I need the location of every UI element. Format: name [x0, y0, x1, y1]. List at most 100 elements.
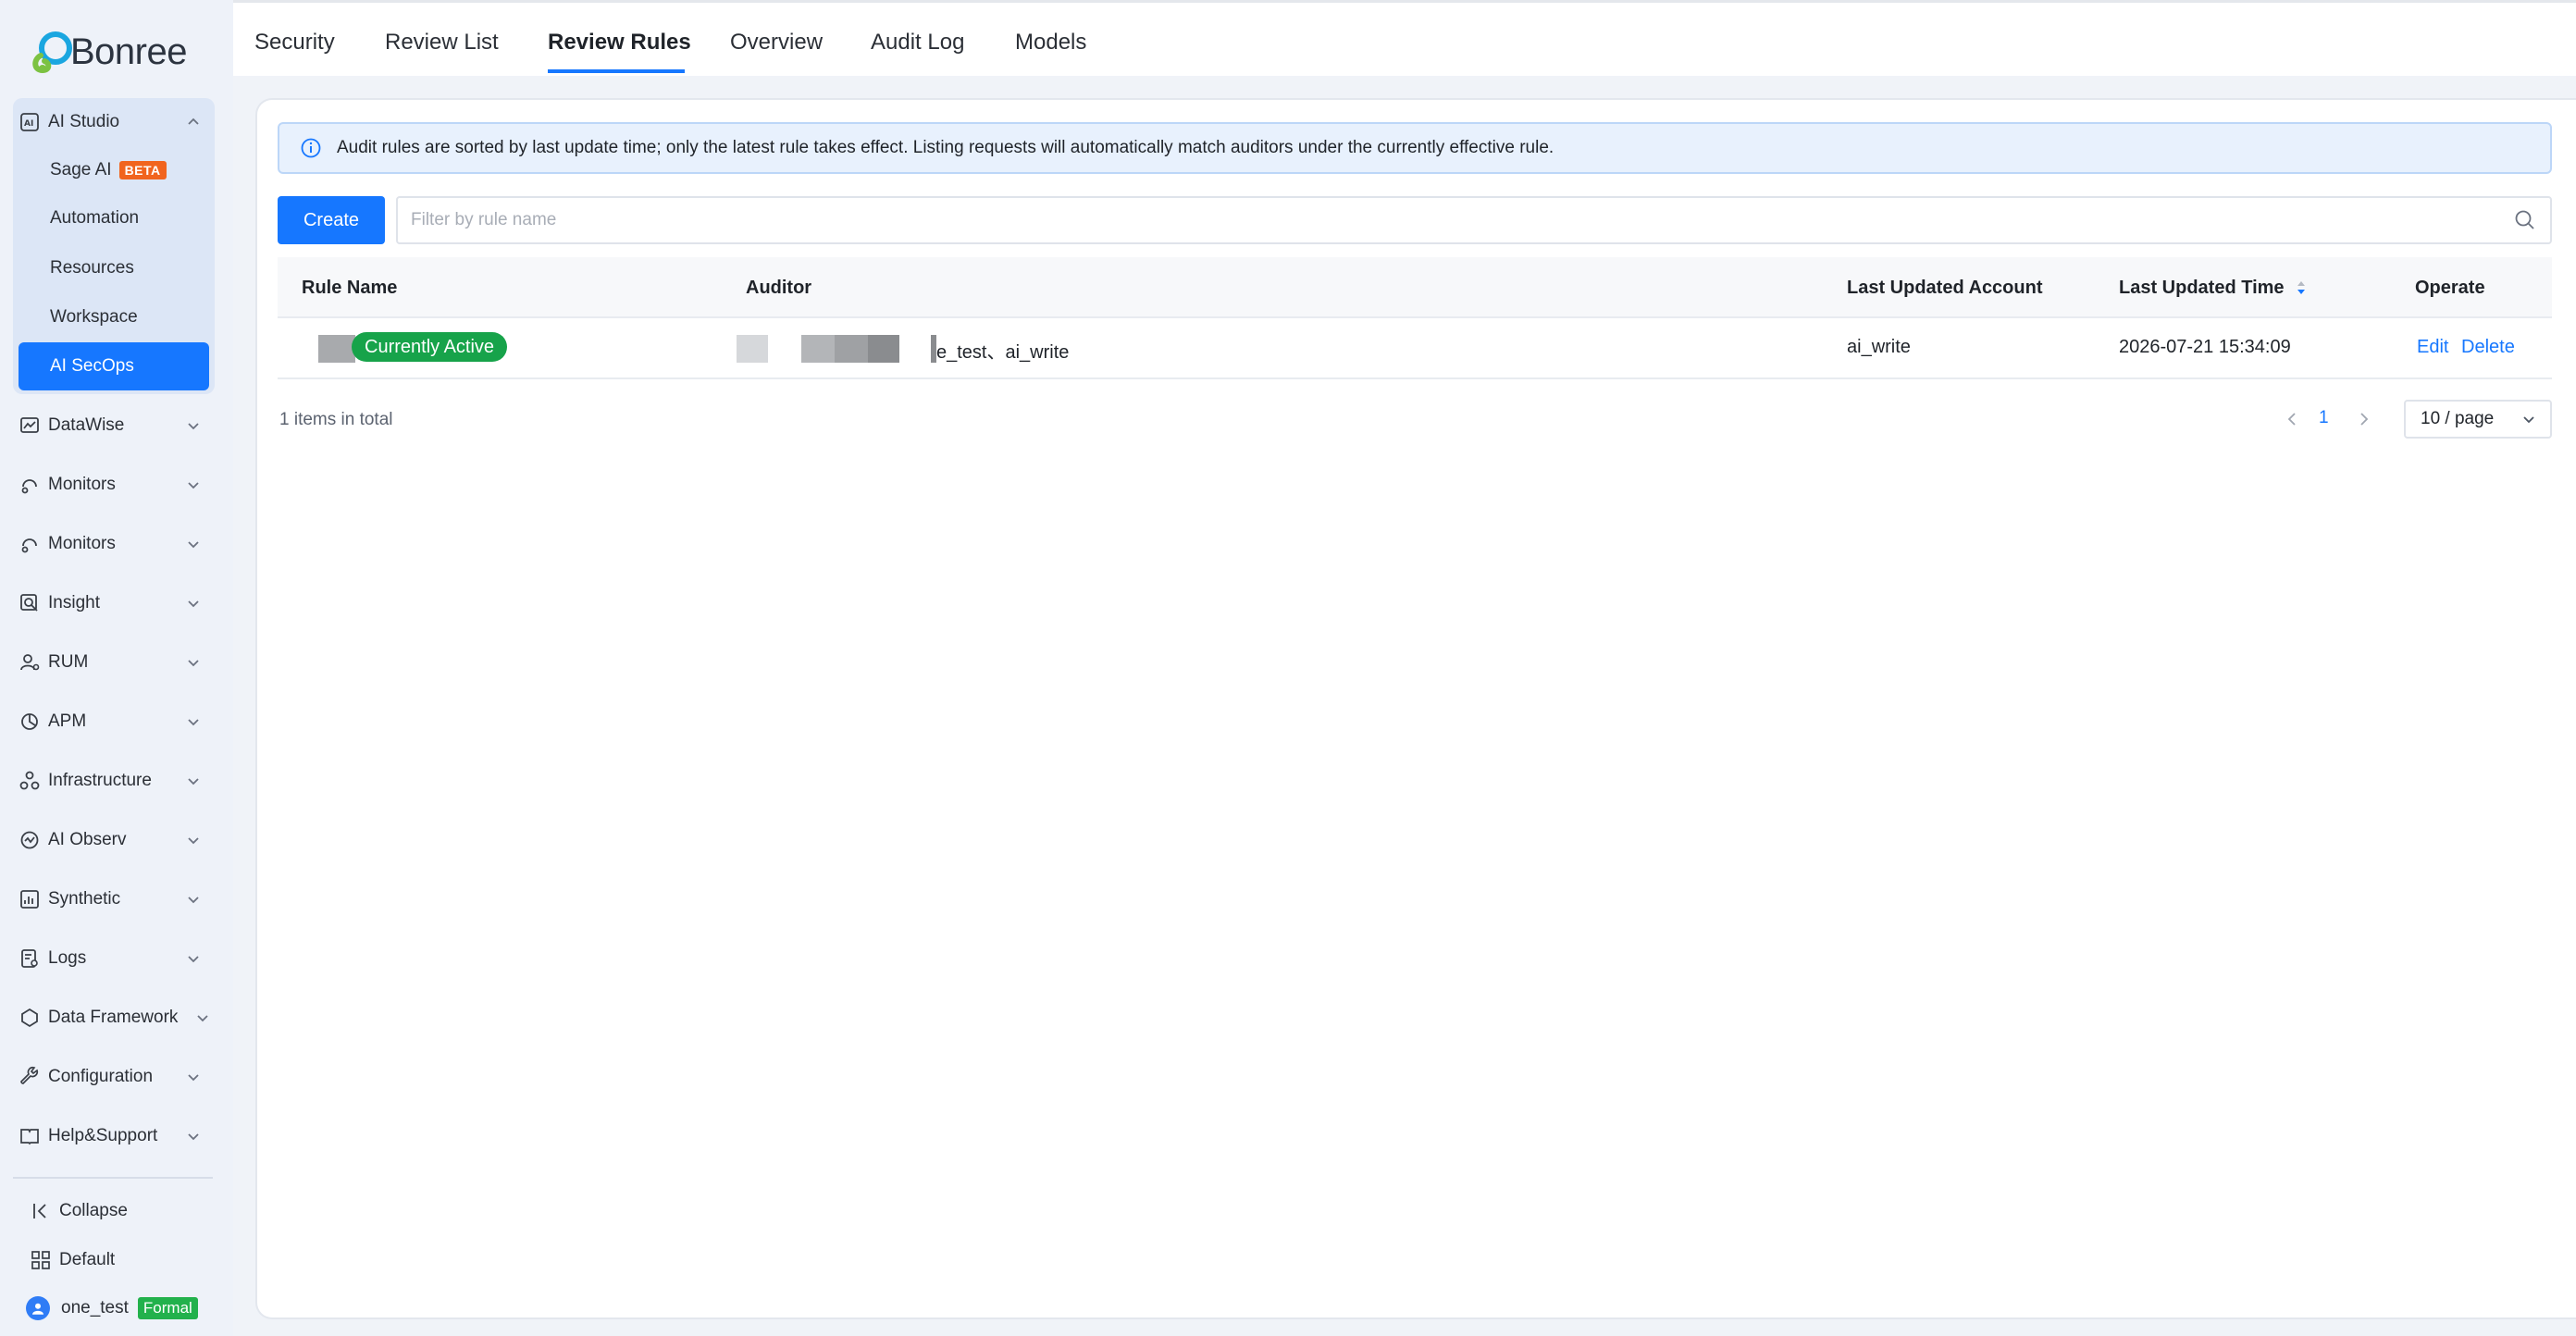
sidebar-item-ai-studio[interactable]: AI AI Studio	[19, 104, 215, 141]
infrastructure-icon	[19, 770, 41, 792]
username: one_test	[61, 1298, 129, 1317]
sidebar-subitem-sage-ai[interactable]: Sage AI BETA	[19, 150, 209, 191]
create-button[interactable]: Create	[278, 196, 385, 244]
sidebar-item-infrastructure[interactable]: Infrastructure	[19, 762, 215, 799]
sidebar-item-label: Configuration	[48, 1067, 154, 1086]
chevron-down-icon[interactable]	[185, 832, 202, 848]
collapse-icon	[30, 1200, 52, 1222]
chevron-down-icon[interactable]	[185, 1069, 202, 1085]
edit-link[interactable]: Edit	[2417, 337, 2448, 358]
chevron-down-icon[interactable]	[185, 1128, 202, 1144]
sidebar-item-label: APM	[48, 711, 87, 731]
sidebar-item-insight[interactable]: Insight	[19, 585, 215, 622]
tab-review-list[interactable]: Review List	[385, 30, 499, 56]
apm-icon	[19, 711, 41, 733]
sidebar-item-synthetic[interactable]: Synthetic	[19, 881, 215, 918]
sidebar-item-label: Synthetic	[48, 889, 121, 909]
avatar	[26, 1296, 50, 1320]
page-size-select[interactable]: 10 / page	[2404, 400, 2552, 439]
sidebar-item-logs[interactable]: Logs	[19, 940, 215, 977]
logs-icon	[19, 947, 41, 970]
tab-audit-log[interactable]: Audit Log	[871, 30, 964, 56]
status-badge: Currently Active	[352, 332, 508, 362]
user-icon	[32, 1303, 43, 1315]
default-label: Default	[59, 1250, 116, 1269]
datawise-icon	[19, 414, 41, 437]
sidebar-subitem-automation[interactable]: Automation	[19, 198, 209, 239]
sort-icon[interactable]	[2295, 278, 2308, 297]
sidebar-item-rum[interactable]: RUM	[19, 644, 215, 681]
chevron-down-icon[interactable]	[185, 536, 202, 552]
logo-text: Bonree	[70, 31, 187, 72]
sidebar-subitem-label: Workspace	[50, 307, 138, 327]
tab-security[interactable]: Security	[254, 30, 335, 56]
column-rule-name: Rule Name	[302, 278, 398, 298]
page-number[interactable]: 1	[2319, 408, 2329, 428]
sidebar-subitem-label: Sage AI	[50, 160, 112, 179]
last-updated-account: ai_write	[1847, 337, 1911, 357]
chevron-down-icon[interactable]	[185, 773, 202, 789]
user-menu[interactable]: one_test Formal	[26, 1290, 222, 1327]
chevron-down-icon[interactable]	[185, 595, 202, 612]
sidebar-divider	[13, 1177, 213, 1179]
book-icon	[19, 1125, 41, 1147]
chevron-up-icon[interactable]	[185, 114, 202, 130]
sidebar-item-configuration[interactable]: Configuration	[19, 1058, 215, 1095]
total-count: 1 items in total	[279, 410, 393, 429]
redacted-auditor	[868, 335, 899, 363]
logo[interactable]: Bonree	[28, 26, 213, 78]
collapse-button[interactable]: Collapse	[30, 1193, 226, 1230]
sidebar-item-monitors-2[interactable]: Monitors	[19, 526, 215, 563]
search-icon[interactable]	[2513, 208, 2537, 232]
insight-icon	[19, 592, 41, 614]
chevron-down-icon	[2523, 416, 2534, 424]
sidebar-subitem-label: Automation	[50, 208, 140, 228]
top-border	[233, 0, 2576, 3]
ai-observ-icon	[19, 829, 41, 851]
chevron-down-icon[interactable]	[185, 891, 202, 908]
sidebar-item-label: Infrastructure	[48, 771, 152, 790]
sidebar-item-apm[interactable]: APM	[19, 703, 215, 740]
delete-link[interactable]: Delete	[2461, 337, 2515, 358]
sidebar-item-help-support[interactable]: Help&Support	[19, 1118, 215, 1155]
sidebar-item-label: Monitors	[48, 475, 116, 494]
redacted-auditor	[737, 335, 768, 363]
chevron-down-icon[interactable]	[185, 950, 202, 967]
sidebar-item-data-framework[interactable]: Data Framework	[19, 999, 215, 1036]
rum-icon	[19, 651, 41, 674]
collapse-label: Collapse	[59, 1201, 128, 1220]
chevron-down-icon[interactable]	[185, 654, 202, 671]
svg-text:AI: AI	[24, 119, 33, 129]
default-workspace-button[interactable]: Default	[30, 1242, 226, 1279]
sidebar-item-ai-observ[interactable]: AI Observ	[19, 822, 215, 859]
search-input[interactable]	[398, 209, 2513, 231]
chevron-down-icon[interactable]	[185, 417, 202, 434]
rule-name-filter	[396, 196, 2552, 244]
chevron-down-icon[interactable]	[194, 1009, 211, 1026]
sidebar-item-label: AI Observ	[48, 830, 127, 849]
table-header: Rule Name Auditor Last Updated Account L…	[278, 257, 2552, 318]
previous-page-icon[interactable]	[2282, 409, 2302, 429]
ai-studio-icon: AI	[19, 111, 41, 133]
tab-models[interactable]: Models	[1015, 30, 1086, 56]
tab-overview[interactable]: Overview	[730, 30, 823, 56]
chevron-down-icon[interactable]	[185, 476, 202, 493]
tab-review-rules[interactable]: Review Rules	[548, 30, 691, 56]
sidebar-subitem-resources[interactable]: Resources	[19, 248, 209, 289]
next-page-icon[interactable]	[2354, 409, 2374, 429]
column-last-updated-account: Last Updated Account	[1847, 278, 2043, 298]
sidebar-item-datawise[interactable]: DataWise	[19, 407, 215, 444]
wrench-icon	[19, 1066, 41, 1088]
column-last-updated-time[interactable]: Last Updated Time	[2119, 278, 2308, 299]
formal-badge: Formal	[137, 1297, 198, 1319]
sidebar-item-monitors[interactable]: Monitors	[19, 466, 215, 503]
monitors-icon	[19, 533, 41, 555]
chevron-down-icon[interactable]	[185, 713, 202, 730]
data-framework-icon	[19, 1007, 41, 1029]
info-icon	[301, 138, 321, 158]
active-tab-indicator	[548, 69, 685, 73]
synthetic-icon	[19, 888, 41, 910]
sidebar-subitem-ai-secops[interactable]: AI SecOps	[19, 342, 209, 390]
sidebar-item-label: RUM	[48, 652, 89, 672]
sidebar-subitem-workspace[interactable]: Workspace	[19, 297, 209, 338]
